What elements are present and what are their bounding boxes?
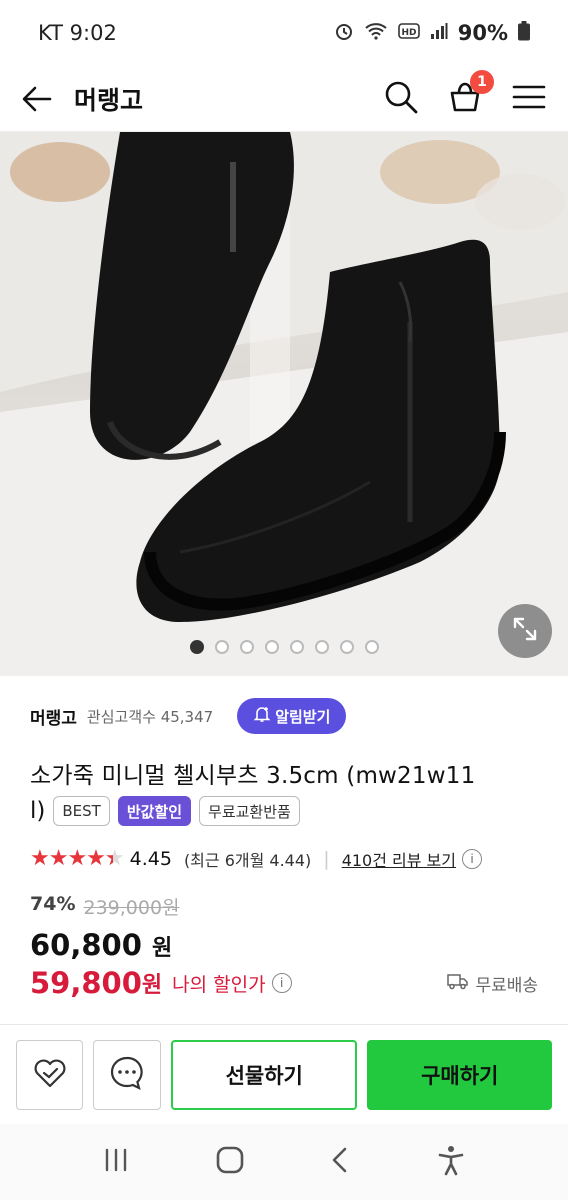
search-icon[interactable]	[384, 80, 418, 118]
product-name-continued: l)	[30, 798, 46, 824]
product-info: 머랭고 관심고객수 45,347 알림받기 소가죽 미니멀 첼시부츠 3.5cm…	[0, 676, 568, 1000]
rating-value: 4.45	[129, 847, 172, 870]
brand-name[interactable]: 머랭고	[30, 704, 77, 729]
gallery-dot[interactable]	[364, 640, 379, 654]
gallery-dot[interactable]	[339, 640, 354, 654]
info-icon[interactable]: i	[462, 848, 482, 869]
system-back-icon[interactable]	[329, 1146, 351, 1178]
heart-check-icon	[32, 1057, 68, 1093]
my-price-row: 59,800 원 나의 할인가 i 무료배송	[30, 966, 538, 1000]
gallery-dot[interactable]	[189, 640, 204, 654]
price-section: 74% 239,000원 60,800 원 59,800 원 나의 할인가 i …	[30, 893, 538, 1000]
signal-icon	[430, 21, 448, 45]
bell-plus-icon	[253, 705, 271, 727]
sale-price-value: 60,800	[30, 928, 142, 962]
app-bar: 머랭고 1	[0, 66, 568, 132]
cart-count-badge: 1	[470, 69, 494, 94]
my-price-label: 나의 할인가	[172, 973, 266, 996]
chat-bubble-icon	[109, 1055, 145, 1095]
gallery-dot[interactable]	[314, 640, 329, 654]
svg-text:HD: HD	[401, 28, 416, 38]
discount-percent: 74%	[30, 893, 76, 915]
my-price-unit: 원	[141, 973, 163, 998]
hd-icon: HD	[397, 21, 420, 45]
gallery-dot[interactable]	[239, 640, 254, 654]
gallery-dot[interactable]	[214, 640, 229, 654]
alarm-icon	[334, 21, 354, 46]
gallery-pagination	[0, 640, 568, 654]
expand-button[interactable]	[498, 604, 552, 658]
page-title: 머랭고	[74, 85, 144, 115]
back-arrow-icon[interactable]	[22, 83, 54, 115]
reviews-link[interactable]: 410건 리뷰 보기	[342, 847, 456, 871]
sale-price-unit: 원	[152, 936, 173, 961]
cart-button[interactable]: 1	[448, 69, 494, 118]
expand-icon	[512, 616, 538, 646]
truck-icon	[447, 972, 469, 995]
recent-rating: (최근 6개월 4.44)	[183, 850, 312, 870]
shopping-bag-icon	[448, 82, 482, 118]
product-tags-row: l) BEST 반값할인 무료교환반품	[30, 796, 538, 826]
notify-label: 알림받기	[275, 707, 331, 726]
tag-best: BEST	[53, 796, 110, 826]
carrier-time: KT 9:02	[38, 21, 117, 45]
battery-percent: 90%	[457, 21, 508, 45]
discount-row: 74% 239,000원	[30, 893, 538, 920]
notify-button[interactable]: 알림받기	[237, 698, 347, 734]
recent-apps-icon[interactable]	[102, 1147, 130, 1177]
bottom-action-bar: 선물하기 구매하기	[0, 1024, 568, 1124]
buy-button[interactable]: 구매하기	[367, 1039, 552, 1110]
shipping-label: 무료배송	[475, 975, 538, 996]
system-navigation-bar	[0, 1124, 568, 1200]
product-image-gallery[interactable]	[0, 132, 568, 676]
menu-icon[interactable]	[512, 83, 546, 115]
home-icon[interactable]	[215, 1145, 245, 1179]
wifi-icon	[364, 21, 388, 46]
divider: |	[323, 847, 330, 870]
gallery-dot[interactable]	[289, 640, 304, 654]
battery-icon	[518, 20, 530, 46]
my-price-info-icon[interactable]: i	[271, 973, 292, 993]
followers-count: 관심고객수 45,347	[86, 707, 214, 726]
accessibility-icon[interactable]	[436, 1144, 466, 1180]
sale-price: 60,800 원	[30, 928, 538, 962]
tag-half-price: 반값할인	[117, 796, 192, 826]
brand-row: 머랭고 관심고객수 45,347 알림받기	[30, 676, 538, 756]
shipping-info: 무료배송	[447, 971, 538, 996]
gallery-dot[interactable]	[264, 640, 279, 654]
rating-row: ★★★★★★ 4.45 (최근 6개월 4.44) | 410건 리뷰 보기 i	[30, 846, 538, 871]
star-rating-icon: ★★★★★★	[30, 846, 125, 871]
product-photo	[0, 132, 568, 676]
status-bar: KT 9:02 HD 90%	[0, 0, 568, 66]
my-price-value: 59,800	[30, 966, 142, 1000]
tag-free-exchange: 무료교환반품	[199, 796, 300, 826]
gift-button[interactable]: 선물하기	[170, 1039, 358, 1110]
original-price: 239,000원	[83, 897, 180, 919]
product-name: 소가죽 미니멀 첼시부츠 3.5cm (mw21w11	[30, 763, 476, 789]
chat-button[interactable]	[93, 1039, 161, 1110]
wishlist-button[interactable]	[16, 1039, 84, 1110]
